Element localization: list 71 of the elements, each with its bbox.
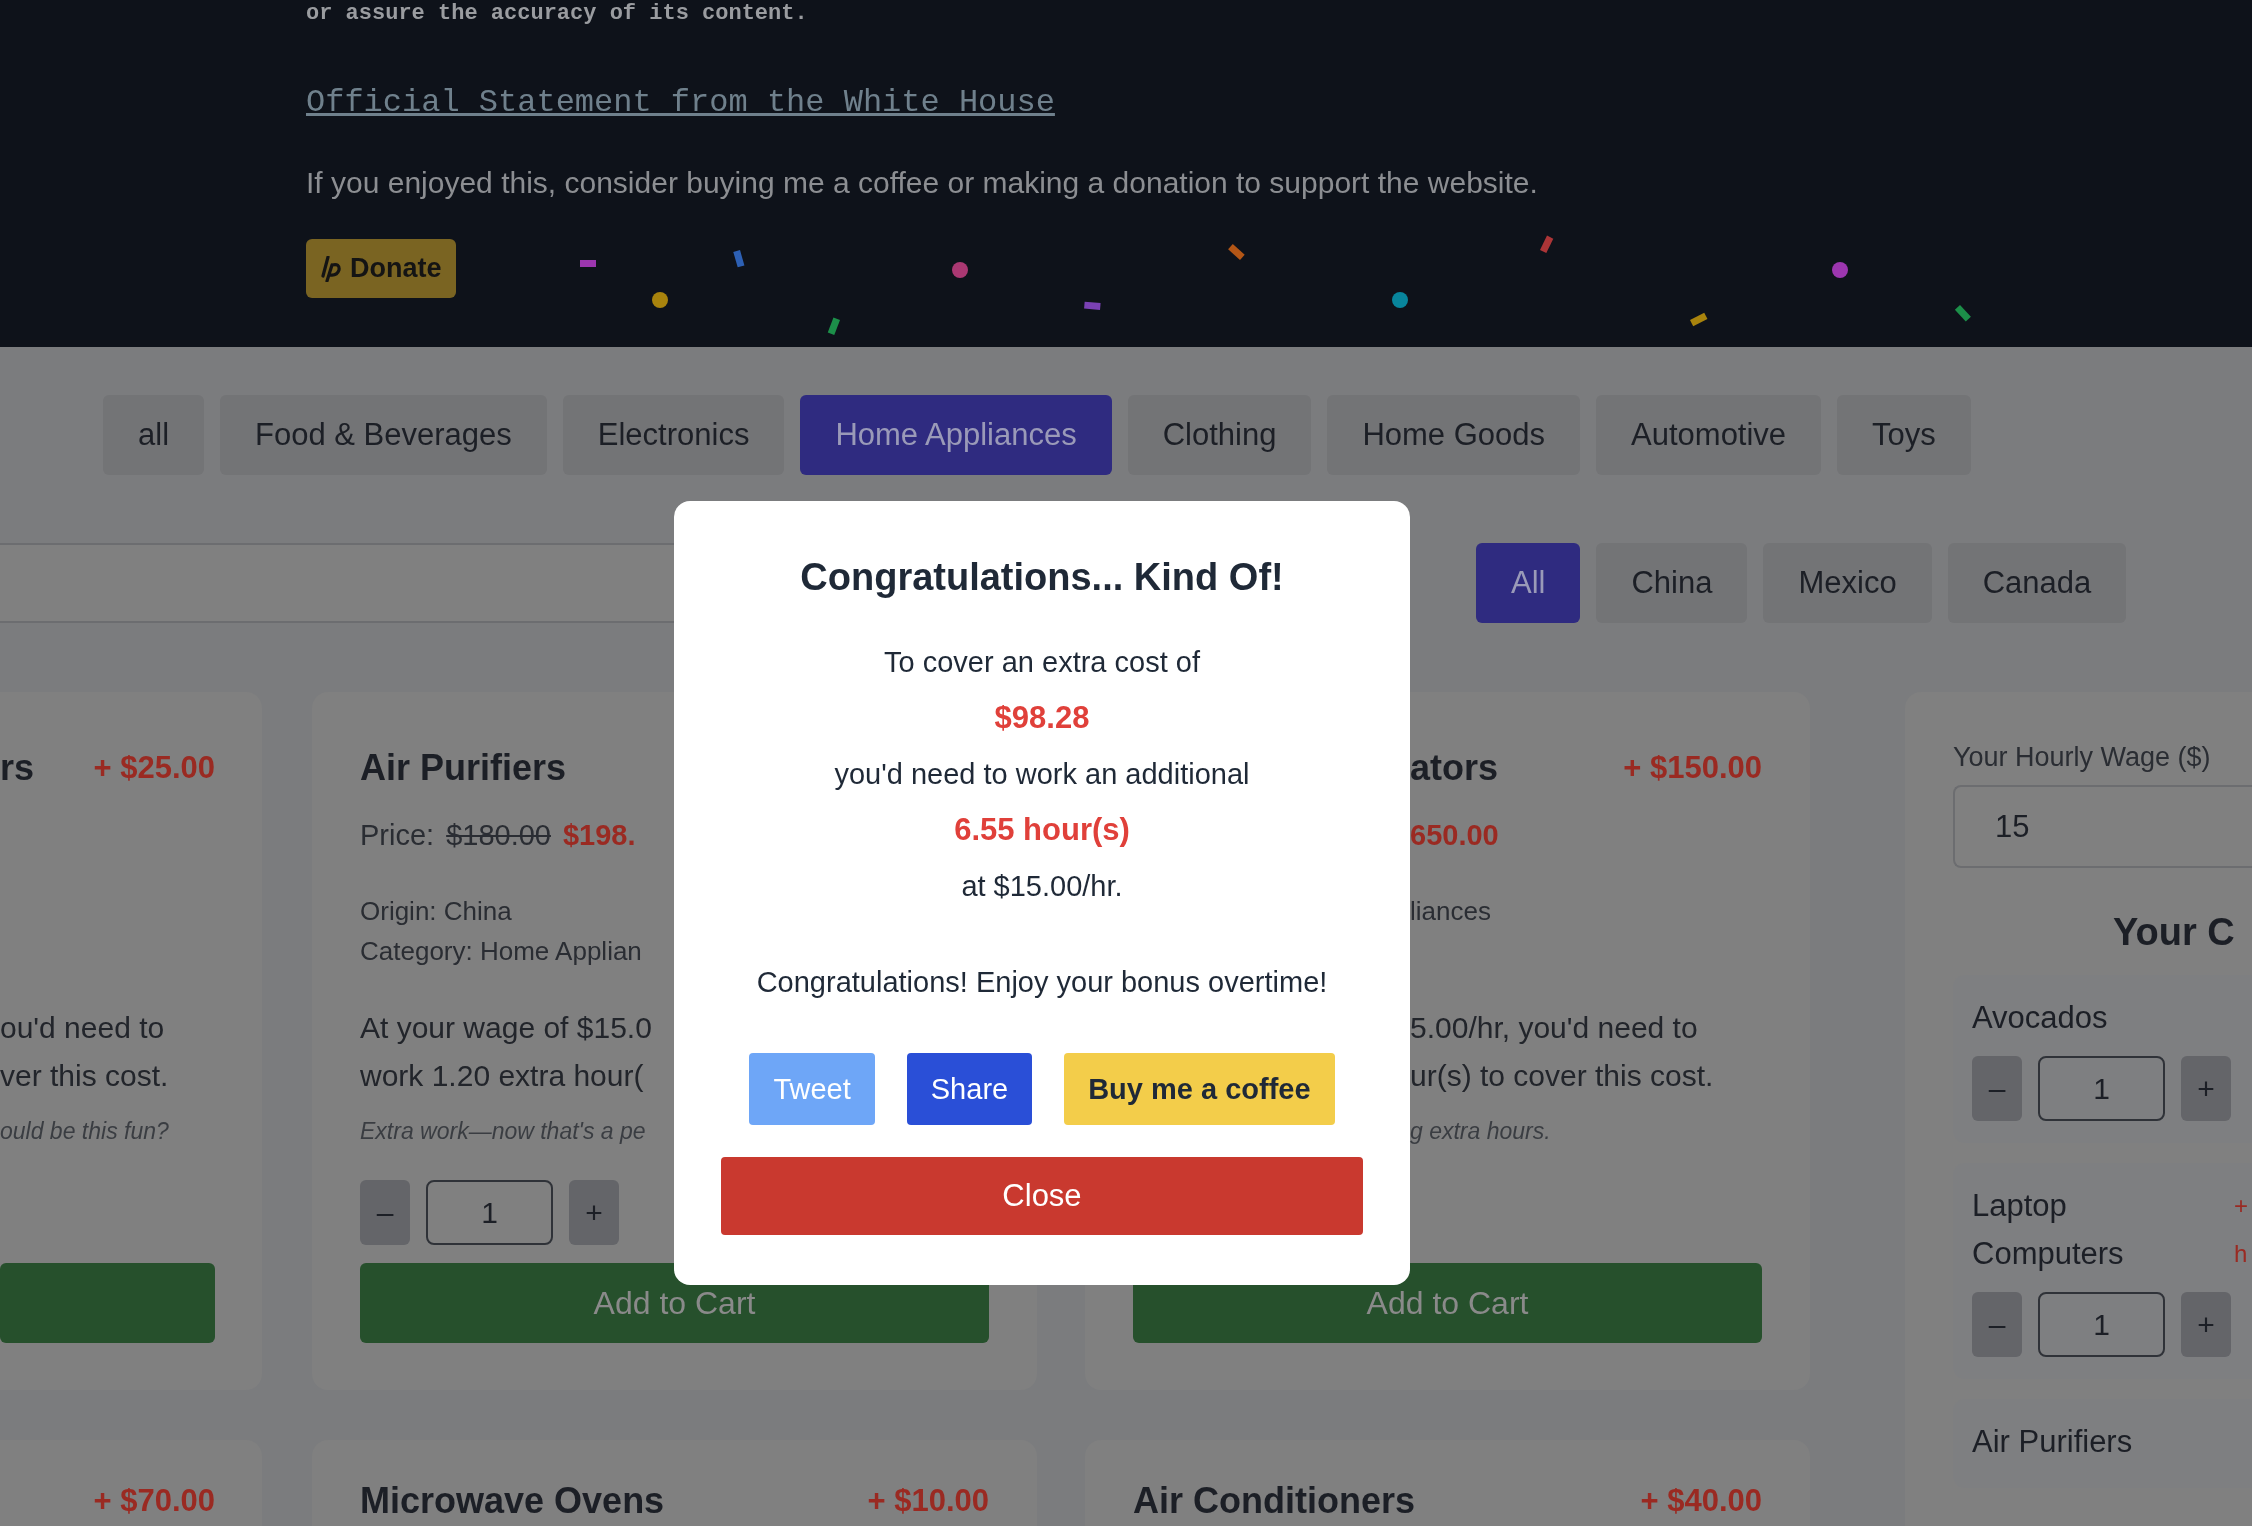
wage-text: ou'd need to — [0, 1010, 165, 1046]
quantity-field[interactable]: 1 — [426, 1180, 553, 1245]
surcharge-text: + $10.00 — [867, 1482, 989, 1520]
surcharge-text: + $40.00 — [1640, 1482, 1762, 1520]
category-tab[interactable]: Electronics — [562, 395, 785, 475]
quantity-field[interactable]: 1 — [2038, 1292, 2165, 1357]
appeal-text: If you enjoyed this, consider buying me a coffee or making a donation to support the website. — [306, 165, 1538, 201]
modal-text: 6.55 hour(s) — [954, 811, 1130, 849]
wage-text: ur(s) to cover this cost. — [1410, 1058, 1714, 1094]
old-price: $180.00 — [446, 818, 551, 852]
product-title: Air Conditioners — [1133, 1480, 1415, 1522]
coffee-button[interactable]: Buy me a coffee — [1064, 1053, 1335, 1125]
item-cost-text: + — [2234, 1191, 2248, 1221]
wage-text: At your wage of $15.0 — [360, 1010, 652, 1046]
category-tab[interactable]: Toys — [1837, 395, 1971, 475]
modal-text: you'd need to work an additional — [834, 757, 1250, 792]
product-detail: Category: Home Applian — [360, 935, 642, 968]
category-tab[interactable]: Home Goods — [1327, 395, 1581, 475]
category-tab[interactable]: Home Appliances — [800, 395, 1112, 475]
donate-button[interactable]: Donate — [306, 239, 456, 298]
category-tab[interactable]: Clothing — [1127, 395, 1312, 475]
wage-text: 5.00/hr, you'd need to — [1410, 1010, 1698, 1046]
tweet-button[interactable]: Tweet — [749, 1053, 875, 1125]
modal-message: Congratulations! Enjoy your bonus overtime! — [756, 965, 1328, 1000]
category-tab[interactable]: Automotive — [1596, 395, 1822, 475]
category-tab[interactable]: all — [103, 395, 204, 475]
modal-title: Congratulations... Kind Of! — [800, 555, 1284, 600]
share-button[interactable]: Share — [906, 1053, 1033, 1125]
wage-label: Your Hourly Wage ($) — [1953, 741, 2211, 773]
item-cost-text: h — [2234, 1239, 2248, 1269]
decrement-button[interactable]: – — [1972, 1056, 2022, 1121]
surcharge-text: + $25.00 — [93, 750, 215, 786]
modal-text: $98.28 — [994, 699, 1090, 737]
product-title: ators — [1410, 747, 1499, 789]
item-name: Air Purifiers — [1972, 1423, 2133, 1461]
product-title: rs — [0, 747, 35, 789]
origin-filter[interactable]: All — [1476, 543, 1581, 623]
wage-text: work 1.20 extra hour( — [360, 1058, 644, 1094]
new-price: $198. — [562, 818, 636, 852]
statement-link[interactable]: Official Statement from the White House — [306, 83, 1055, 123]
origin-filter[interactable]: Mexico — [1763, 543, 1932, 623]
decrement-button[interactable]: – — [1972, 1292, 2022, 1357]
category-tab[interactable]: Food & Beverages — [220, 395, 547, 475]
logo-icon — [320, 255, 342, 282]
note-text: ould be this fun? — [0, 1118, 169, 1144]
origin-filter[interactable]: China — [1596, 543, 1748, 623]
surcharge-text: + $150.00 — [1623, 750, 1762, 786]
wage-field[interactable]: 15 — [1953, 785, 2252, 868]
item-name: Avocados — [1972, 999, 2108, 1037]
price-label: Price: — [360, 818, 435, 852]
quantity-field[interactable]: 1 — [2038, 1056, 2165, 1121]
modal-text: To cover an extra cost of — [884, 645, 1200, 680]
origin-filter[interactable]: Canada — [1947, 543, 2127, 623]
new-price: 650.00 — [1410, 818, 1499, 852]
increment-button[interactable]: + — [2181, 1292, 2231, 1357]
decrement-button[interactable]: – — [360, 1180, 410, 1245]
increment-button[interactable]: + — [569, 1180, 619, 1245]
notice-text: or assure the accuracy of its content. — [306, 0, 808, 28]
surcharge-text: + $70.00 — [93, 1482, 215, 1520]
cart-heading: Your C — [2113, 910, 2235, 955]
product-title: Air Purifiers — [360, 747, 567, 789]
note-text: g extra hours. — [1410, 1118, 1551, 1144]
modal-text: at $15.00/hr. — [961, 869, 1123, 904]
note-text: Extra work—now that's a pe — [360, 1118, 646, 1144]
product-detail: Origin: China — [360, 895, 512, 928]
item-name: Laptop Computers — [1972, 1187, 2125, 1273]
product-title: Microwave Ovens — [360, 1480, 665, 1522]
product-detail: liances — [1410, 895, 1491, 928]
close-button[interactable]: Close — [721, 1157, 1363, 1235]
increment-button[interactable]: + — [2181, 1056, 2231, 1121]
wage-text: ver this cost. — [0, 1058, 169, 1094]
